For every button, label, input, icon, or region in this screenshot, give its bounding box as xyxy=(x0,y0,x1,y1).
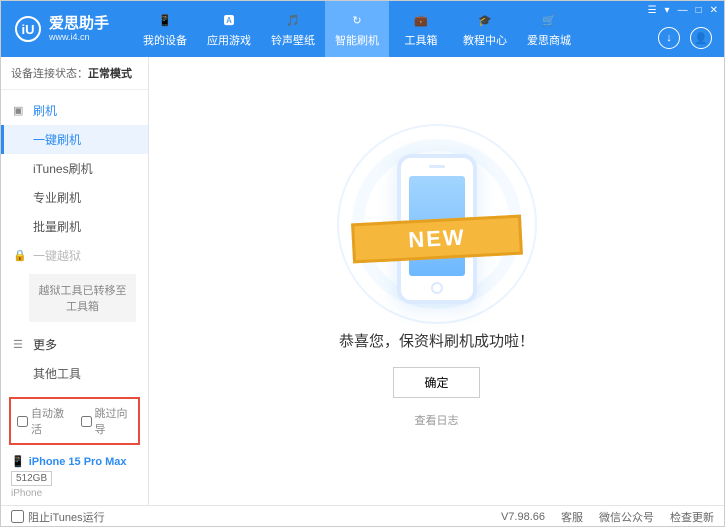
maximize-icon[interactable]: □ xyxy=(696,5,702,16)
menu-icon[interactable]: ☰ xyxy=(648,5,657,16)
new-banner: NEW xyxy=(351,215,523,264)
nav-apps[interactable]: 🅰应用游戏 xyxy=(197,1,261,57)
device-type: iPhone xyxy=(11,488,138,499)
ok-button[interactable]: 确定 xyxy=(393,367,479,398)
nav-tutorial[interactable]: 🎓教程中心 xyxy=(453,1,517,57)
top-nav: 📱我的设备 🅰应用游戏 🎵铃声壁纸 ↻智能刷机 💼工具箱 🎓教程中心 🛒爱思商城 xyxy=(133,1,581,57)
device-storage: 512GB xyxy=(11,471,52,486)
menu-batch-flash[interactable]: 批量刷机 xyxy=(1,212,148,241)
nav-ringtones[interactable]: 🎵铃声壁纸 xyxy=(261,1,325,57)
main-content: NEW 恭喜您，保资料刷机成功啦！ 确定 查看日志 xyxy=(149,57,724,505)
tutorial-icon: 🎓 xyxy=(475,10,495,30)
footer: 阻止iTunes运行 V7.98.66 客服 微信公众号 检查更新 xyxy=(1,505,724,527)
view-log-link[interactable]: 查看日志 xyxy=(415,412,459,428)
apps-icon: 🅰 xyxy=(219,10,239,30)
ringtone-icon: 🎵 xyxy=(283,10,303,30)
download-icon[interactable]: ↓ xyxy=(658,27,680,49)
options-highlight-box: 自动激活 跳过向导 xyxy=(9,397,140,445)
connection-status: 设备连接状态：正常模式 xyxy=(1,57,148,90)
toolbox-icon: 💼 xyxy=(411,10,431,30)
menu-download-firmware[interactable]: 下载固件 xyxy=(1,388,148,393)
menu-oneclick-flash[interactable]: 一键刷机 xyxy=(1,125,148,154)
device-name[interactable]: 📱iPhone 15 Pro Max xyxy=(11,455,138,468)
menu-more-header[interactable]: ☰更多 xyxy=(1,330,148,359)
pin-icon[interactable]: ▾ xyxy=(665,5,670,16)
app-url: www.i4.cn xyxy=(49,32,109,42)
block-itunes-checkbox[interactable]: 阻止iTunes运行 xyxy=(11,509,105,525)
more-icon: ☰ xyxy=(13,338,27,351)
close-icon[interactable]: ✕ xyxy=(710,5,718,16)
menu-pro-flash[interactable]: 专业刷机 xyxy=(1,183,148,212)
menu-itunes-flash[interactable]: iTunes刷机 xyxy=(1,154,148,183)
header: iU 爱思助手 www.i4.cn 📱我的设备 🅰应用游戏 🎵铃声壁纸 ↻智能刷… xyxy=(1,1,724,57)
skip-wizard-checkbox[interactable]: 跳过向导 xyxy=(81,405,133,437)
nav-my-device[interactable]: 📱我的设备 xyxy=(133,1,197,57)
nav-flash[interactable]: ↻智能刷机 xyxy=(325,1,389,57)
success-message: 恭喜您，保资料刷机成功啦！ xyxy=(339,330,534,351)
sidebar: 设备连接状态：正常模式 ▣刷机 一键刷机 iTunes刷机 专业刷机 批量刷机 … xyxy=(1,57,149,505)
flash-icon: ↻ xyxy=(347,10,367,30)
jailbreak-moved-msg: 越狱工具已转移至 工具箱 xyxy=(29,274,136,322)
check-update-link[interactable]: 检查更新 xyxy=(670,509,714,525)
minimize-icon[interactable]: — xyxy=(678,5,688,16)
auto-activate-checkbox[interactable]: 自动激活 xyxy=(17,405,69,437)
nav-toolbox[interactable]: 💼工具箱 xyxy=(389,1,453,57)
device-icon: 📱 xyxy=(155,10,175,30)
flash-menu-icon: ▣ xyxy=(13,104,27,117)
user-icon[interactable]: 👤 xyxy=(690,27,712,49)
store-icon: 🛒 xyxy=(539,10,559,30)
success-illustration: NEW xyxy=(362,134,512,314)
window-controls: ☰ ▾ — □ ✕ xyxy=(648,5,718,16)
lock-icon: 🔒 xyxy=(13,249,27,262)
header-actions: ↓ 👤 xyxy=(658,27,712,49)
device-info: 📱iPhone 15 Pro Max 512GB iPhone xyxy=(1,449,148,505)
wechat-link[interactable]: 微信公众号 xyxy=(599,509,654,525)
nav-store[interactable]: 🛒爱思商城 xyxy=(517,1,581,57)
logo[interactable]: iU 爱思助手 www.i4.cn xyxy=(1,16,123,43)
phone-icon: 📱 xyxy=(11,455,25,468)
logo-icon: iU xyxy=(15,16,41,42)
version-label: V7.98.66 xyxy=(501,511,545,523)
app-title: 爱思助手 xyxy=(49,16,109,33)
support-link[interactable]: 客服 xyxy=(561,509,583,525)
menu-other-tools[interactable]: 其他工具 xyxy=(1,359,148,388)
menu-flash-header[interactable]: ▣刷机 xyxy=(1,96,148,125)
menu-jailbreak-header: 🔒一键越狱 xyxy=(1,241,148,270)
